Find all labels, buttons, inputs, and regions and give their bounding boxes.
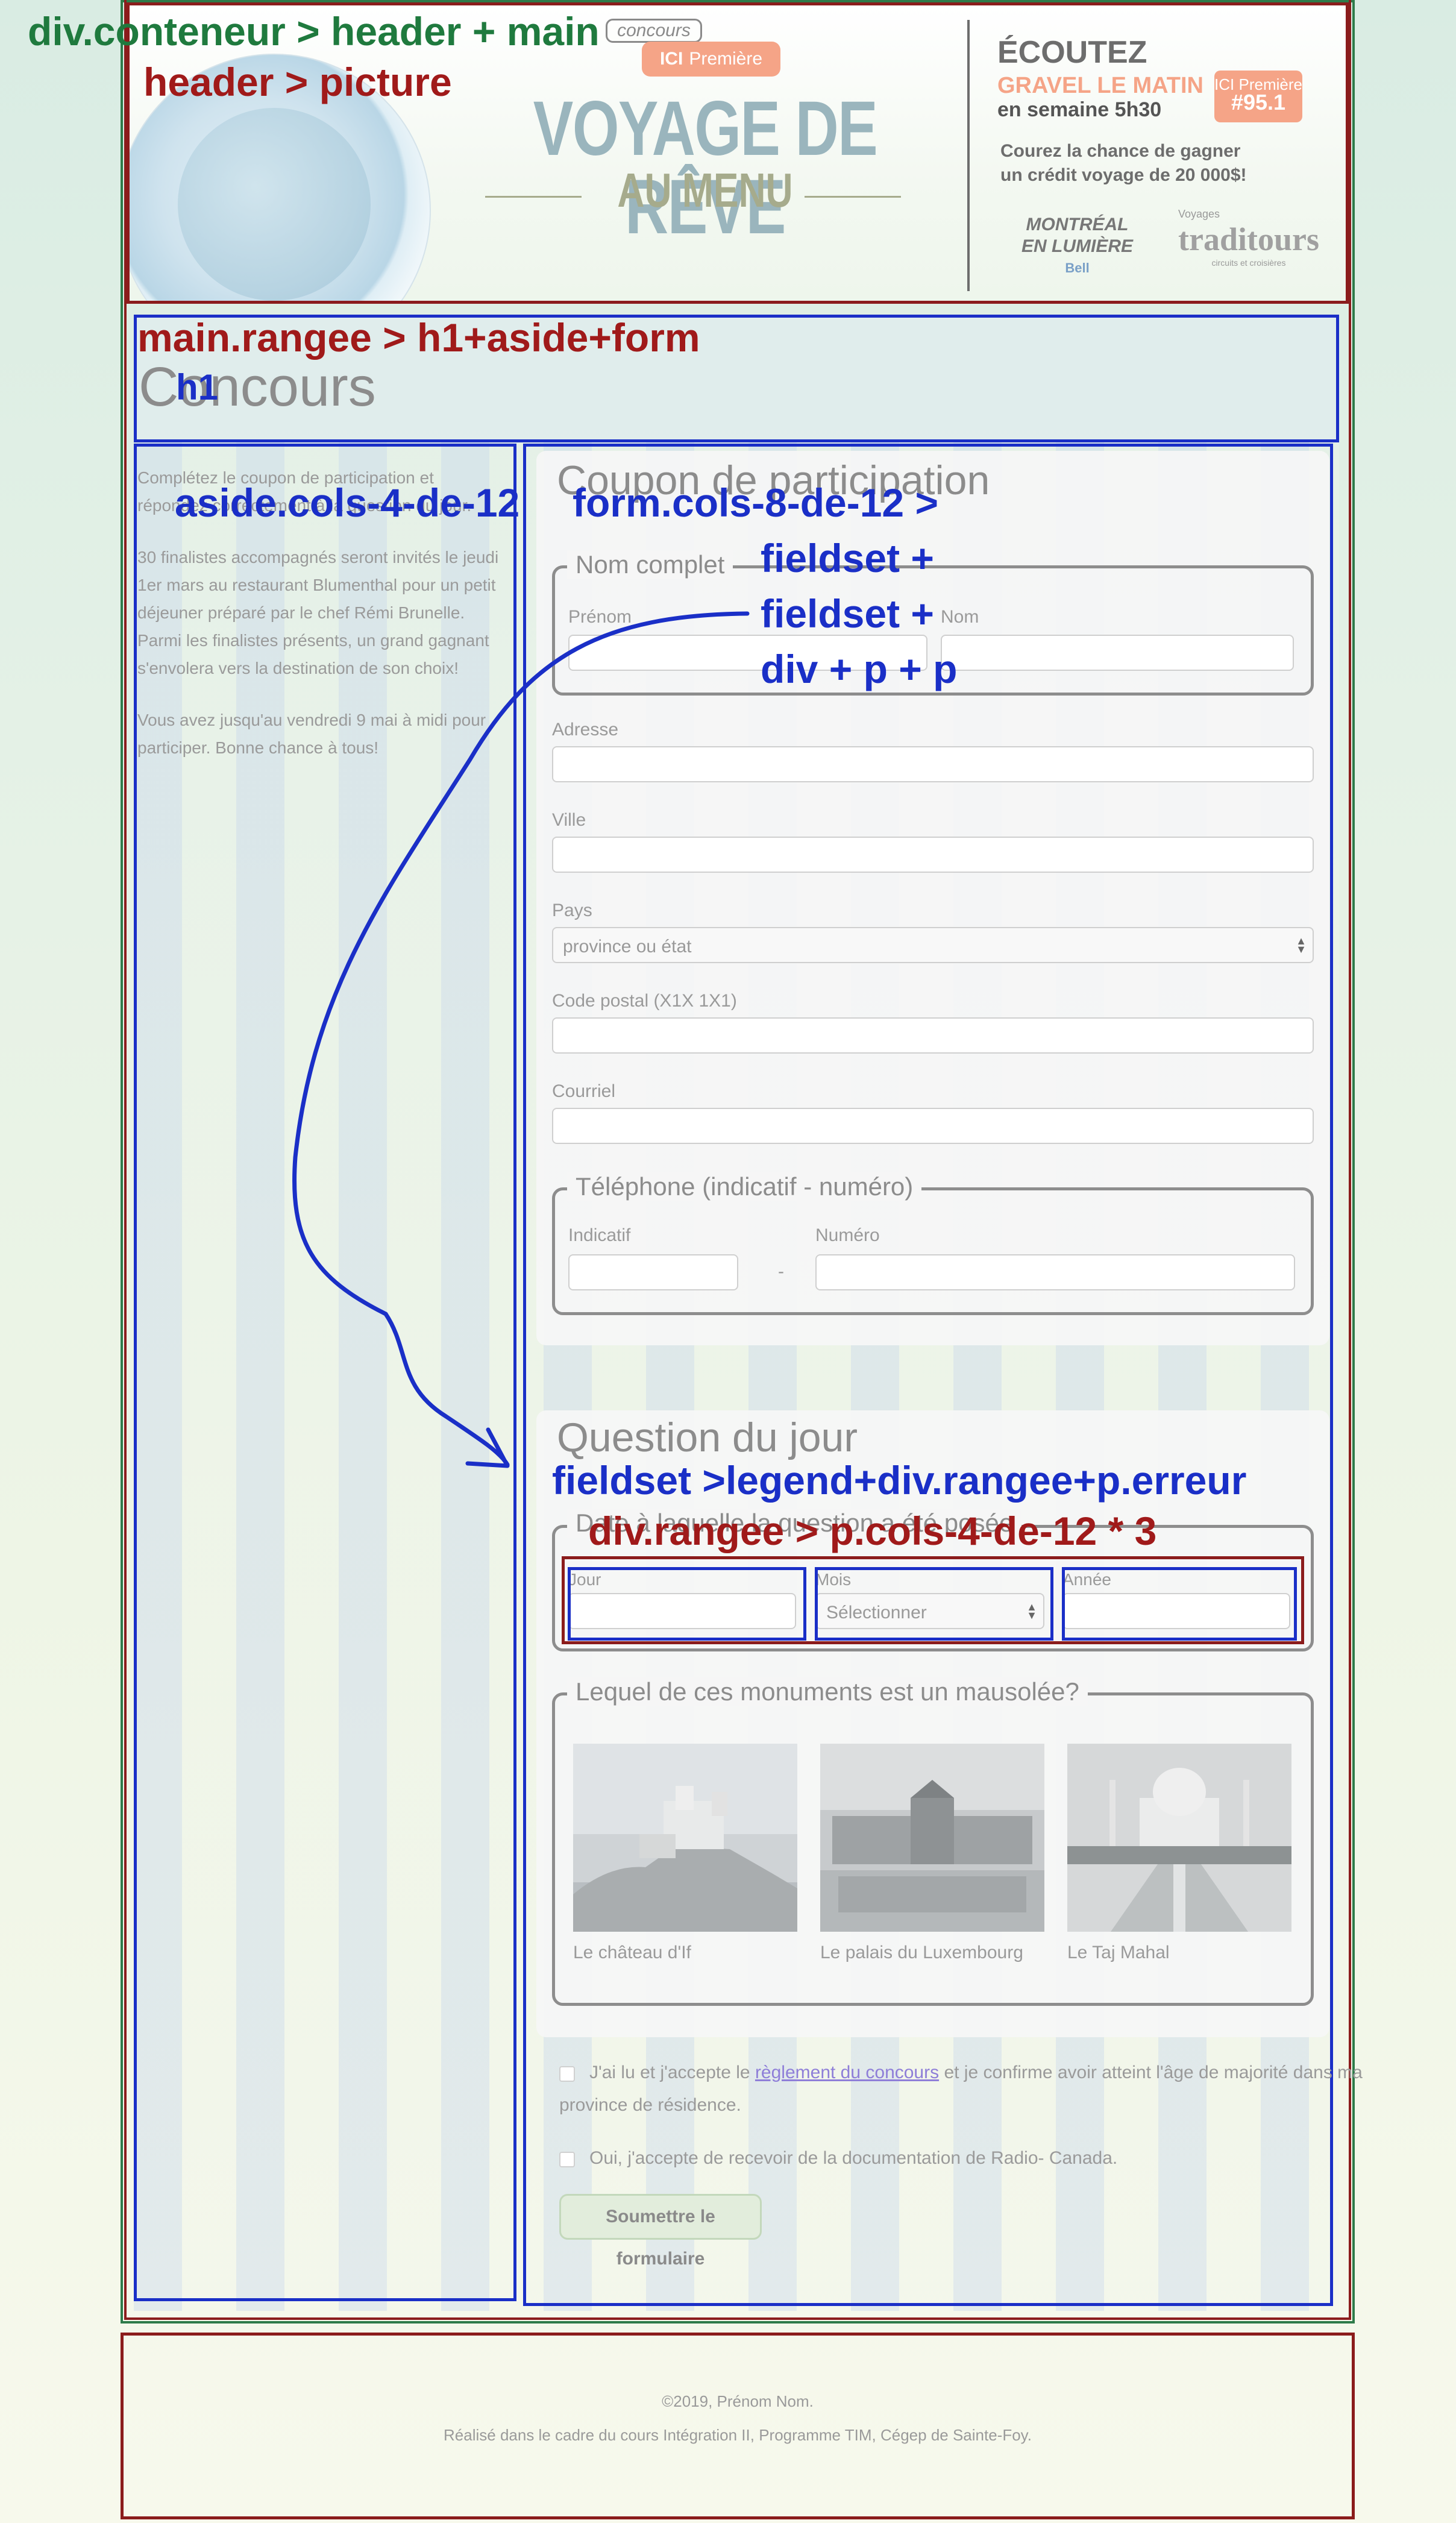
footer-copyright: ©2019, Prénom Nom. bbox=[662, 2392, 814, 2410]
ecoutez-label: ÉCOUTEZ bbox=[997, 35, 1147, 70]
prize-text: Courez la chance de gagner un crédit voy… bbox=[1000, 139, 1247, 187]
pays-label: Pays bbox=[552, 900, 592, 920]
prize-line1: Courez la chance de gagner bbox=[1000, 141, 1241, 161]
concours-badge: concours bbox=[606, 19, 702, 43]
palais-luxembourg-caption: Le palais du Luxembourg bbox=[820, 1943, 1023, 1962]
ici-premiere-badge: ICI Première bbox=[642, 42, 780, 77]
bell-logo: Bell bbox=[1065, 260, 1090, 275]
annotation-form-2: fieldset + bbox=[761, 536, 934, 580]
annotation-conteneur: div.conteneur > header + main bbox=[28, 9, 600, 54]
annotation-main: main.rangee > h1+aside+form bbox=[137, 315, 700, 360]
phone-separator: - bbox=[778, 1262, 784, 1281]
footer-credit: Réalisé dans le cadre du cours Intégrati… bbox=[444, 2426, 1032, 2444]
palais-luxembourg-image bbox=[820, 1744, 1044, 1932]
question-panel: Question du jour Date à laquelle la ques… bbox=[536, 1410, 1329, 2037]
code-postal-input[interactable] bbox=[552, 1017, 1314, 1054]
pays-select[interactable]: province ou état ▲ ▼ bbox=[552, 927, 1314, 963]
pays-selected-value: province ou état bbox=[563, 937, 692, 957]
indicatif-label: Indicatif bbox=[568, 1225, 631, 1245]
telephone-legend: Téléphone (indicatif - numéro) bbox=[567, 1172, 922, 1201]
title-rule-right bbox=[805, 196, 901, 198]
annotation-h1: h1 bbox=[176, 367, 219, 407]
annotation-form-3: fieldset + bbox=[761, 591, 934, 636]
chateau-if-image bbox=[573, 1744, 797, 1932]
show-name: GRAVEL LE MATIN bbox=[997, 73, 1203, 98]
ville-label: Ville bbox=[552, 810, 586, 830]
annotation-form-1: form.cols-8-de-12 > bbox=[573, 480, 939, 525]
code-postal-label: Code postal (X1X 1X1) bbox=[552, 991, 737, 1011]
telephone-fieldset: Téléphone (indicatif - numéro) Indicatif… bbox=[552, 1172, 1314, 1315]
banner-title-line2: AU MENU bbox=[617, 163, 793, 217]
taj-mahal-image bbox=[1067, 1744, 1291, 1932]
numero-input[interactable] bbox=[815, 1254, 1295, 1290]
annotation-aside: aside.cols-4-de-12 bbox=[175, 480, 520, 525]
premiere-label: Première bbox=[689, 49, 763, 69]
station-badge: ICI Première #95.1 bbox=[1214, 71, 1302, 122]
chateau-if-photo[interactable] bbox=[573, 1744, 797, 1932]
numero-label: Numéro bbox=[815, 1225, 880, 1245]
ville-input[interactable] bbox=[552, 837, 1314, 873]
coupon-panel: Coupon de participation Nom complet Prén… bbox=[536, 451, 1329, 1345]
footer: ©2019, Prénom Nom. Réalisé dans le cadre… bbox=[121, 2333, 1355, 2519]
adresse-label: Adresse bbox=[552, 720, 619, 740]
sponsor2-name: traditours bbox=[1178, 221, 1319, 257]
show-schedule: en semaine 5h30 bbox=[997, 98, 1162, 121]
header-separator bbox=[967, 20, 970, 291]
reglement-link[interactable]: règlement du concours bbox=[755, 2063, 939, 2082]
prenom-label: Prénom bbox=[568, 607, 632, 627]
reglement-text-after: et je confirme avoir atteint l'âge de ma… bbox=[939, 2063, 1363, 2082]
sponsor-montreal-logo: MONTRÉAL EN LUMIÈRE Bell bbox=[1021, 214, 1133, 279]
annotation-question-rangee: div.rangee > p.cols-4-de-12 * 3 bbox=[588, 1509, 1157, 1553]
reglement-text: J'ai lu et j'accepte le règlement du con… bbox=[589, 2056, 1363, 2089]
taj-mahal-photo[interactable] bbox=[1067, 1744, 1291, 1932]
select-arrows-icon: ▲ ▼ bbox=[1296, 935, 1307, 955]
courriel-label: Courriel bbox=[552, 1081, 616, 1101]
question-title: Question du jour bbox=[557, 1415, 858, 1460]
page-title: Concours bbox=[139, 356, 376, 418]
sponsor1-line1: MONTRÉAL bbox=[1026, 215, 1129, 234]
nom-input[interactable] bbox=[941, 635, 1294, 671]
annotation-question-fieldset: fieldset >legend+div.rangee+p.erreur bbox=[552, 1458, 1247, 1503]
documentation-text: Oui, j'accepte de recevoir de la documen… bbox=[589, 2148, 1118, 2168]
indicatif-input[interactable] bbox=[568, 1254, 738, 1290]
station-frequency: #95.1 bbox=[1231, 90, 1286, 115]
reglement-text-cont: province de résidence. bbox=[559, 2095, 741, 2115]
taj-mahal-caption: Le Taj Mahal bbox=[1067, 1943, 1170, 1962]
nom-complet-legend: Nom complet bbox=[567, 550, 733, 579]
annee-highlight-box bbox=[1062, 1567, 1297, 1641]
mois-highlight-box bbox=[815, 1567, 1053, 1641]
sponsor-traditours-logo: Voyages traditours circuits et croisière… bbox=[1178, 208, 1319, 268]
monument-legend: Lequel de ces monuments est un mausolée? bbox=[567, 1677, 1088, 1706]
reglement-text-before: J'ai lu et j'accepte le bbox=[589, 2063, 755, 2082]
sponsor2-top: Voyages bbox=[1178, 208, 1220, 220]
palais-luxembourg-photo[interactable] bbox=[820, 1744, 1044, 1932]
submit-button[interactable]: Soumettre le formulaire bbox=[559, 2194, 762, 2269]
aside-paragraph-2: 30 finalistes accompagnés seront invités… bbox=[137, 548, 499, 677]
annotation-header: header > picture bbox=[143, 60, 452, 104]
prize-line2: un crédit voyage de 20 000$! bbox=[1000, 165, 1247, 185]
adresse-input[interactable] bbox=[552, 746, 1314, 782]
annotation-form-4: div + p + p bbox=[761, 647, 958, 691]
chateau-if-caption: Le château d'If bbox=[573, 1943, 691, 1962]
monument-fieldset: Lequel de ces monuments est un mausolée?… bbox=[552, 1677, 1314, 2006]
sponsor1-line2: EN LUMIÈRE bbox=[1021, 236, 1134, 256]
courriel-input[interactable] bbox=[552, 1108, 1314, 1144]
aside-paragraph-3: Vous avez jusqu'au vendredi 9 mai à midi… bbox=[137, 711, 486, 757]
globe-image bbox=[178, 108, 371, 301]
sponsor2-sub: circuits et croisières bbox=[1211, 258, 1286, 268]
nom-label: Nom bbox=[941, 607, 979, 627]
documentation-checkbox[interactable] bbox=[559, 2152, 575, 2167]
reglement-checkbox[interactable] bbox=[559, 2066, 575, 2082]
ici-label: ICI bbox=[659, 49, 683, 69]
jour-highlight-box bbox=[568, 1567, 806, 1641]
